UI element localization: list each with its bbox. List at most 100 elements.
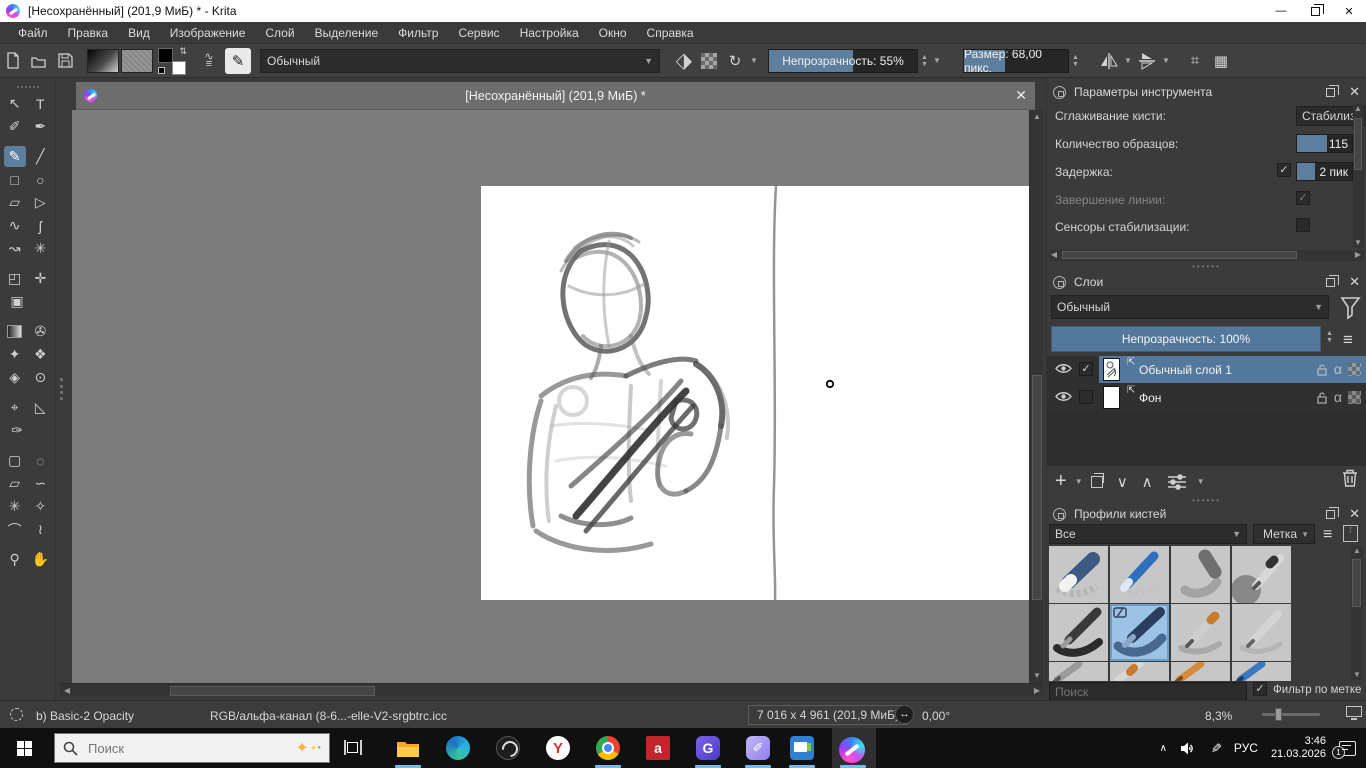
menu-view[interactable]: Вид (118, 26, 160, 40)
blending-mode-dropdown[interactable]: Обычный ▼ (260, 48, 660, 73)
taskbar-photos-app[interactable] (782, 732, 822, 764)
pattern-edit-tool[interactable]: ❖ (29, 344, 51, 365)
minimize-button[interactable]: — (1264, 0, 1298, 22)
brush-preset-airbrush[interactable] (1232, 546, 1291, 603)
tool-options-hscrollbar[interactable]: ◀ ▶ (1049, 250, 1364, 261)
transform-tool[interactable]: ◰ (4, 268, 26, 289)
chevron-down-icon[interactable]: ▼ (931, 56, 943, 65)
canvas-vertical-scrollbar[interactable]: ▲ ▼ (1029, 110, 1043, 683)
measure-tool[interactable]: ◺ (29, 397, 51, 418)
menu-file[interactable]: Файл (8, 26, 58, 40)
foreground-color-swatch[interactable] (158, 47, 173, 63)
close-docker-icon[interactable]: ✕ (1349, 274, 1360, 290)
menu-edit[interactable]: Правка (58, 26, 119, 40)
finish-line-checkbox[interactable]: ✓ (1296, 191, 1310, 205)
text-tool[interactable]: T (29, 93, 51, 114)
zoom-tool[interactable]: ⚲ (4, 549, 26, 570)
contiguous-select-tool[interactable]: ✧ (29, 496, 51, 517)
presets-menu-icon[interactable]: ≡ (1323, 526, 1332, 544)
brush-preset-ink-pen[interactable] (1049, 604, 1108, 661)
close-docker-icon[interactable]: ✕ (1349, 506, 1360, 522)
layer-lock-icon[interactable] (1316, 363, 1328, 376)
scroll-left-icon[interactable]: ◀ (60, 684, 74, 698)
float-docker-icon[interactable] (1326, 274, 1340, 287)
layer-alpha-checker-icon[interactable] (1348, 390, 1361, 404)
menu-layer[interactable]: Слой (255, 26, 304, 40)
layer-visible-icon[interactable] (1055, 362, 1072, 375)
brush-preset-smudge[interactable] (1171, 546, 1230, 603)
brush-preset-pencil-soft[interactable] (1110, 662, 1169, 681)
tray-expand-icon[interactable]: ∧ (1160, 743, 1167, 754)
chevron-down-icon[interactable]: ▼ (1073, 477, 1085, 486)
crop-tool[interactable]: ▣ (6, 291, 28, 312)
layer-lock-icon[interactable] (1316, 391, 1328, 404)
fg-bg-color-selector[interactable]: ⇅ (157, 46, 187, 75)
move-layer-down-button[interactable]: ∨ (1117, 473, 1128, 491)
bezier-curve-tool[interactable]: ∿ (4, 215, 26, 236)
pattern-chooser-button[interactable] (121, 48, 153, 73)
scroll-right-icon[interactable]: ▶ (1030, 684, 1044, 698)
brush-preset-pencil-hb[interactable] (1232, 604, 1291, 661)
size-slider[interactable]: Размер: 68,00 пикс. (963, 48, 1069, 73)
pen-settings-icon[interactable]: ✎ (1207, 743, 1223, 754)
background-color-swatch[interactable] (172, 60, 186, 75)
polygon-select-tool[interactable]: ▱ (4, 473, 26, 494)
reference-images-tool[interactable]: ✑ (6, 420, 28, 441)
canvas-viewport[interactable] (72, 110, 1029, 683)
freehand-brush-tool[interactable]: ✎ (3, 146, 26, 167)
brush-preset-eraser-block[interactable] (1049, 546, 1108, 603)
ellipse-select-tool[interactable]: ◌ (29, 450, 51, 471)
move-tool[interactable]: ✛ (29, 268, 51, 289)
close-button[interactable]: ✕ (1332, 0, 1366, 22)
scroll-thumb[interactable] (1062, 251, 1297, 259)
brush-preset-eraser-soft[interactable] (1110, 546, 1169, 603)
samples-slider[interactable]: 115 (1296, 134, 1353, 153)
mirror-horizontal-button[interactable] (1096, 48, 1122, 74)
scroll-left-icon[interactable]: ◀ (1047, 248, 1061, 262)
calligraphy-tool[interactable]: ✒ (29, 116, 51, 137)
float-docker-icon[interactable] (1326, 84, 1340, 97)
move-layer-up-button[interactable]: ∧ (1142, 473, 1153, 491)
preserve-alpha-button[interactable] (696, 48, 722, 74)
layer-opacity-spinner[interactable]: ▲ ▼ (1323, 330, 1336, 344)
chevron-down-icon[interactable]: ▼ (1195, 477, 1207, 486)
zoom-percentage[interactable]: 8,3% (1205, 709, 1232, 723)
layer-filter-icon[interactable] (1339, 295, 1363, 321)
brush-preset-ballpoint-selected[interactable] (1110, 604, 1169, 661)
preset-search-input[interactable] (1049, 682, 1247, 701)
freehand-path-tool[interactable]: ʃ (29, 215, 51, 236)
menu-filter[interactable]: Фильтр (388, 26, 448, 40)
canvas-rotation-value[interactable]: 0,00° (922, 709, 950, 723)
bezier-select-tool[interactable]: ⌒ (4, 519, 26, 540)
layer-alpha-icon[interactable]: α (1334, 390, 1342, 404)
layer-properties-icon[interactable] (1167, 473, 1189, 490)
layer-thumbnail[interactable] (1103, 358, 1120, 381)
color-sampler-tool[interactable]: ✇ (29, 321, 51, 342)
edit-shapes-tool[interactable]: ✐ (4, 116, 26, 137)
menu-select[interactable]: Выделение (305, 26, 389, 40)
rect-select-tool[interactable]: ▢ (4, 450, 26, 471)
menu-image[interactable]: Изображение (160, 26, 256, 40)
rectangle-tool[interactable]: □ (4, 169, 26, 190)
swap-colors-icon[interactable]: ⇅ (179, 46, 187, 57)
save-button[interactable] (52, 48, 78, 74)
notification-center-icon[interactable]: 1 (1332, 740, 1356, 759)
taskbar-g-app[interactable]: G (688, 732, 728, 764)
trim-to-image-button[interactable]: ⌗ (1182, 48, 1208, 74)
language-indicator[interactable]: РУС (1234, 741, 1258, 755)
delay-checkbox[interactable]: ✓ (1277, 163, 1291, 177)
taskbar-search[interactable]: ✦✦● (54, 733, 330, 763)
chevron-down-icon[interactable]: ▼ (1160, 56, 1172, 65)
taskbar-edge[interactable] (438, 732, 478, 764)
menu-help[interactable]: Справка (637, 26, 704, 40)
add-layer-button[interactable]: + (1055, 470, 1067, 493)
canvas-horizontal-scrollbar[interactable]: ◀ ▶ (60, 683, 1044, 697)
stabilizer-sensors-checkbox[interactable] (1296, 218, 1310, 232)
presets-view-toggle-icon[interactable]: ⁞ (1343, 525, 1358, 542)
taskbar-amd[interactable]: a (638, 732, 678, 764)
taskbar-lavender-app[interactable]: ✐ (738, 732, 778, 764)
brush-preset-pencil-gray[interactable] (1049, 662, 1108, 681)
canvas[interactable] (481, 184, 1029, 602)
document-close-icon[interactable]: ✕ (1015, 87, 1027, 104)
brush-editor-button[interactable]: ✎ (225, 47, 251, 74)
